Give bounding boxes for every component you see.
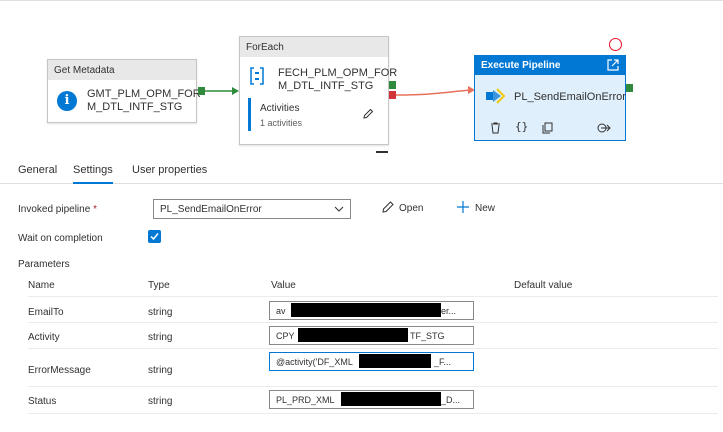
param-type: string xyxy=(148,332,173,343)
activities-count: 1 activities xyxy=(260,118,303,128)
param-name: Status xyxy=(28,396,57,407)
parameters-title: Parameters xyxy=(18,259,70,270)
delete-icon[interactable] xyxy=(490,122,501,134)
required-mark: * xyxy=(93,204,97,215)
plus-icon[interactable] xyxy=(456,200,470,214)
success-output-port[interactable] xyxy=(389,81,396,89)
add-output-icon[interactable] xyxy=(597,122,611,134)
value-prefix: PL_PRD_XML xyxy=(276,395,335,405)
chevron-down-icon xyxy=(334,206,344,212)
redaction-bar xyxy=(291,303,441,317)
open-external-icon[interactable] xyxy=(607,59,619,71)
selected-pipeline: PL_SendEmailOnError xyxy=(160,204,262,215)
wait-on-completion-label: Wait on completion xyxy=(18,233,103,244)
column-header-default: Default value xyxy=(514,280,573,291)
open-button[interactable]: Open xyxy=(399,203,423,214)
value-suffix: er... xyxy=(441,306,457,316)
failure-output-port[interactable] xyxy=(389,91,396,99)
value-prefix: CPY xyxy=(276,331,295,341)
value-suffix: _D... xyxy=(441,395,461,405)
param-type: string xyxy=(148,365,173,376)
row-divider xyxy=(28,296,718,297)
redaction-bar xyxy=(341,392,441,406)
param-type: string xyxy=(148,396,173,407)
wait-on-completion-checkbox[interactable] xyxy=(148,230,161,243)
value-prefix: av xyxy=(276,306,286,316)
activity-type-label: ForEach xyxy=(240,37,388,57)
activity-name: FECH_PLM_OPM_FOR M_DTL_INTF_STG xyxy=(278,67,397,93)
param-name: ErrorMessage xyxy=(28,365,91,376)
param-type: string xyxy=(148,307,173,318)
edit-pencil-icon[interactable] xyxy=(362,108,374,120)
redaction-bar xyxy=(298,328,408,342)
properties-tabs: General Settings User properties xyxy=(0,154,723,184)
param-name: EmailTo xyxy=(28,307,64,318)
pencil-icon[interactable] xyxy=(381,200,395,214)
value-suffix: TF_STG xyxy=(410,331,445,341)
annotation-circle xyxy=(609,38,622,51)
resize-handle[interactable] xyxy=(376,151,388,153)
inner-activities-box[interactable]: Activities 1 activities xyxy=(248,98,378,131)
new-button[interactable]: New xyxy=(475,203,495,214)
activity-type-label: Execute Pipeline xyxy=(475,56,625,75)
value-suffix: _F... xyxy=(434,357,452,367)
row-divider xyxy=(28,322,718,323)
column-header-value: Value xyxy=(271,280,296,291)
invoked-pipeline-select[interactable]: PL_SendEmailOnError xyxy=(153,199,351,219)
invoked-pipeline-label-text: Invoked pipeline xyxy=(18,204,91,215)
check-icon xyxy=(150,233,159,241)
column-header-type: Type xyxy=(148,280,170,291)
pipeline-icon xyxy=(486,88,505,104)
activity-name: PL_SendEmailOnError xyxy=(514,91,626,103)
column-header-name: Name xyxy=(28,280,55,291)
foreach-activity[interactable]: ForEach FECH_PLM_OPM_FOR M_DTL_INTF_STG … xyxy=(239,36,397,145)
row-divider xyxy=(28,386,718,387)
row-divider xyxy=(28,413,718,414)
pipeline-canvas[interactable]: Get Metadata i GMT_PLM_OPM_FOR M_DTL_INT… xyxy=(0,0,723,154)
foreach-icon xyxy=(250,67,264,85)
redaction-bar xyxy=(359,354,431,368)
activities-label: Activities xyxy=(260,103,300,114)
row-divider xyxy=(28,348,718,349)
value-prefix: @activity('DF_XML xyxy=(276,357,353,367)
tab-general[interactable]: General xyxy=(18,164,57,176)
success-output-port[interactable] xyxy=(626,84,633,92)
execute-pipeline-activity[interactable]: Execute Pipeline PL_SendEmailOnError {} xyxy=(474,55,626,141)
activity-name-line-2: M_DTL_INTF_STG xyxy=(278,80,374,92)
tab-settings[interactable]: Settings xyxy=(73,164,113,184)
code-icon[interactable]: {} xyxy=(515,120,528,133)
invoked-pipeline-label: Invoked pipeline * xyxy=(18,204,97,215)
activity-name-line-1: FECH_PLM_OPM_FOR xyxy=(278,67,398,79)
copy-icon[interactable] xyxy=(542,122,553,134)
tab-user-properties[interactable]: User properties xyxy=(132,164,207,176)
param-name: Activity xyxy=(28,332,60,343)
activity-type-text: Execute Pipeline xyxy=(481,60,561,71)
